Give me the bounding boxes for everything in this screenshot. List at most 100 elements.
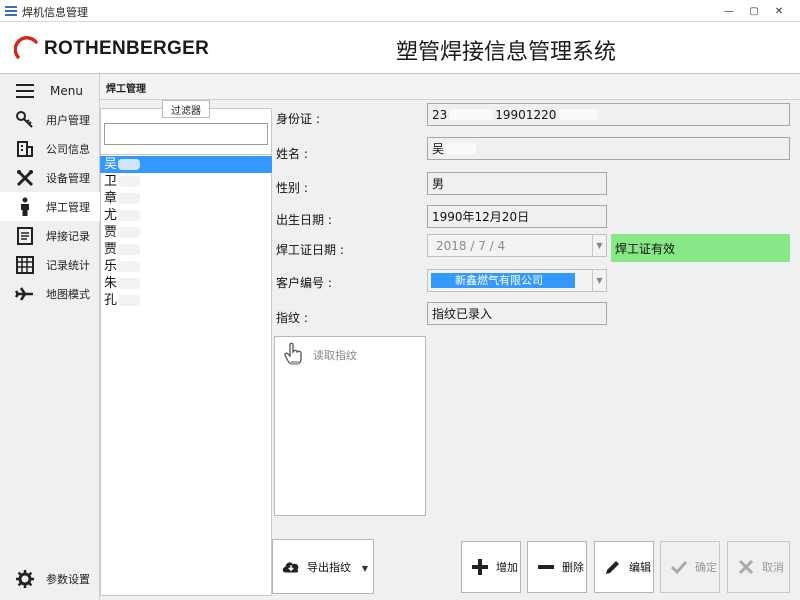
list-item[interactable]: 贾	[100, 224, 272, 241]
confirm-label: 确定	[695, 561, 717, 574]
tools-icon	[14, 168, 36, 188]
sidebar-item-devices[interactable]: 设备管理	[0, 163, 100, 192]
status-badge: 焊工证有效	[611, 234, 790, 262]
list-item[interactable]: 朱	[100, 275, 272, 292]
airplane-icon	[14, 284, 36, 304]
add-button[interactable]: 增加	[461, 541, 521, 593]
list-item[interactable]: 卫	[100, 173, 272, 190]
name-field[interactable]: 吴	[427, 137, 790, 160]
redaction-mask	[118, 210, 140, 221]
list-item[interactable]: 贾	[100, 241, 272, 258]
fingerprint-panel[interactable]: 读取指纹	[274, 336, 426, 516]
list-item[interactable]: 乐	[100, 258, 272, 275]
customer-select[interactable]: 新鑫燃气有限公司 ▼	[427, 269, 607, 292]
birth-date-value: 1990年12月20日	[432, 210, 530, 224]
confirm-button[interactable]: 确定	[660, 541, 720, 593]
welder-name: 卫	[104, 174, 118, 189]
logo-arc-icon	[14, 36, 38, 59]
close-icon	[736, 557, 756, 577]
restore-button[interactable]: ▢	[747, 4, 761, 18]
id-label: 身份证 :	[276, 112, 320, 126]
title-bar: 焊机信息管理 — ▢ ✕	[0, 0, 800, 22]
cert-date-label: 焊工证日期 :	[276, 243, 344, 257]
filter-label: 过滤器	[162, 100, 210, 118]
welder-name: 孔	[104, 293, 118, 308]
hand-pointer-icon	[284, 342, 302, 365]
checkmark-icon	[669, 557, 689, 577]
export-fingerprint-button[interactable]: 导出指纹 ▼	[272, 539, 374, 594]
sidebar-item-label: 记录统计	[46, 258, 90, 272]
cancel-label: 取消	[762, 561, 784, 574]
welder-name: 贾	[104, 242, 118, 257]
welder-name: 乐	[104, 259, 118, 274]
breadcrumb: 焊工管理	[100, 74, 800, 100]
edit-label: 编辑	[629, 561, 651, 574]
redaction-mask	[449, 109, 494, 120]
delete-button[interactable]: 删除	[527, 541, 587, 593]
id-number-field[interactable]: 23 19901220	[427, 103, 790, 126]
redaction-mask	[118, 261, 140, 272]
chevron-down-icon[interactable]: ▼	[592, 270, 606, 291]
customer-label: 客户编号 :	[276, 276, 332, 290]
export-label: 导出指纹	[307, 560, 351, 574]
sidebar-item-map-mode[interactable]: 地图模式	[0, 279, 100, 308]
sidebar-item-company[interactable]: 公司信息	[0, 134, 100, 163]
redaction-mask	[118, 295, 140, 306]
cert-date-value: 2018 / 7 / 4	[436, 238, 506, 253]
gender-field[interactable]: 男	[427, 172, 607, 195]
redaction-mask	[446, 143, 477, 154]
sidebar-item-label: 用户管理	[46, 113, 90, 127]
sidebar-item-label: 设备管理	[46, 171, 90, 185]
customer-value: 新鑫燃气有限公司	[431, 273, 575, 288]
sidebar-menu-toggle[interactable]: Menu	[0, 76, 100, 105]
id-middle: 19901220	[495, 107, 557, 122]
rothenberger-logo: ROTHENBERGER	[14, 36, 209, 62]
minimize-button[interactable]: —	[722, 4, 736, 18]
welder-name: 贾	[104, 225, 118, 240]
list-item[interactable]: 尤	[100, 207, 272, 224]
list-item[interactable]: 吴	[100, 156, 272, 173]
fingerprint-field: 指纹已录入	[427, 302, 607, 325]
sidebar-item-welders[interactable]: 焊工管理	[0, 192, 100, 221]
birth-date-label: 出生日期 :	[276, 213, 332, 227]
building-icon	[14, 139, 36, 159]
welder-name: 章	[104, 191, 118, 206]
sidebar-item-statistics[interactable]: 记录统计	[0, 250, 100, 279]
name-label: 姓名 :	[276, 147, 308, 161]
list-item[interactable]: 孔	[100, 292, 272, 309]
list-item[interactable]: 章	[100, 190, 272, 207]
birth-date-field[interactable]: 1990年12月20日	[427, 205, 607, 228]
add-label: 增加	[496, 561, 518, 574]
pencil-icon	[603, 557, 623, 577]
close-button[interactable]: ✕	[772, 4, 786, 18]
calculator-icon	[14, 255, 36, 275]
filter-input[interactable]	[104, 123, 268, 145]
chevron-down-icon[interactable]: ▼	[592, 235, 606, 256]
gender-label: 性别 :	[276, 181, 308, 195]
redaction-mask	[558, 109, 599, 120]
redaction-mask	[118, 278, 140, 289]
redaction-mask	[118, 244, 140, 255]
cancel-button[interactable]: 取消	[727, 541, 790, 593]
sidebar-item-label: 公司信息	[46, 142, 90, 156]
menu-label: Menu	[50, 83, 83, 98]
gender-value: 男	[432, 177, 445, 191]
welder-list[interactable]: 吴 卫 章 尤 贾 贾 乐 朱 孔	[100, 156, 272, 309]
sidebar-item-users[interactable]: 用户管理	[0, 105, 100, 134]
caret-down-icon[interactable]: ▼	[362, 564, 368, 573]
sidebar: Menu 用户管理 公司信息 设备管理 焊工管理 焊接记录 记录统计 地图模式 …	[0, 74, 100, 600]
sidebar-item-label: 焊接记录	[46, 229, 90, 243]
key-icon	[14, 110, 36, 130]
sidebar-item-welding-records[interactable]: 焊接记录	[0, 221, 100, 250]
redaction-mask	[118, 176, 140, 187]
edit-button[interactable]: 编辑	[594, 541, 654, 593]
delete-label: 删除	[562, 561, 584, 574]
cert-date-picker[interactable]: 2018 / 7 / 4 ▼	[427, 234, 607, 257]
sidebar-item-label: 焊工管理	[46, 200, 90, 214]
app-header: ROTHENBERGER 塑管焊接信息管理系统	[0, 22, 800, 74]
read-fingerprint-label: 读取指纹	[313, 349, 357, 362]
fingerprint-label: 指纹 :	[276, 311, 308, 325]
sidebar-item-settings[interactable]: 参数设置	[0, 564, 100, 593]
document-icon	[14, 226, 36, 246]
app-menu-icon[interactable]	[5, 5, 17, 17]
